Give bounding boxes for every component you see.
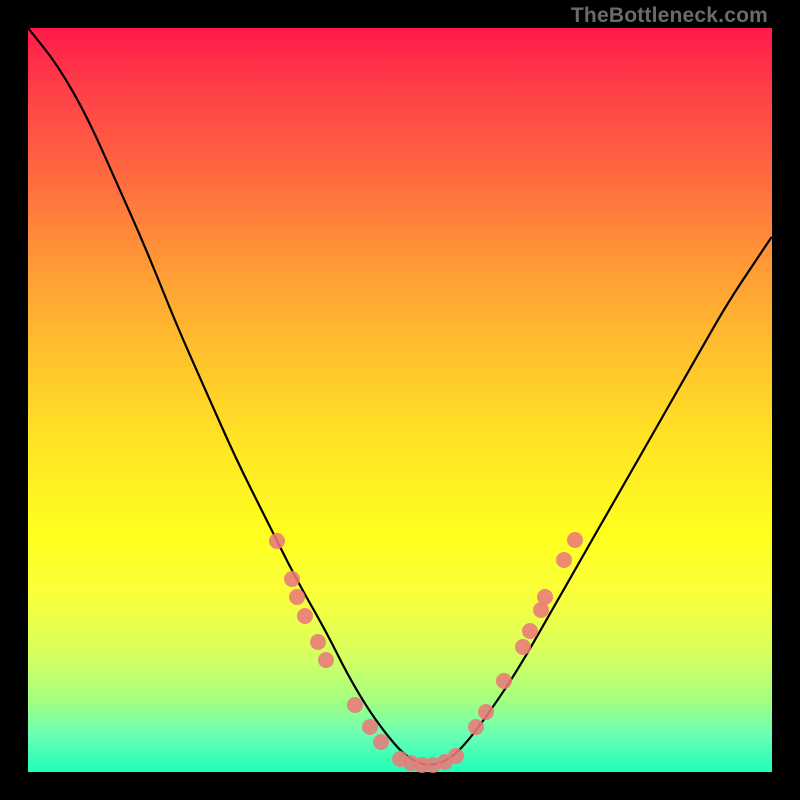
data-point (522, 623, 538, 639)
data-point (556, 552, 572, 568)
curve-svg (28, 28, 772, 772)
data-point (284, 571, 300, 587)
data-point (468, 719, 484, 735)
data-point (537, 589, 553, 605)
data-point (373, 734, 389, 750)
data-point (310, 634, 326, 650)
data-point (515, 639, 531, 655)
data-point (289, 589, 305, 605)
data-point (318, 652, 334, 668)
plot-area (28, 28, 772, 772)
data-point (362, 719, 378, 735)
data-point (269, 533, 285, 549)
data-point (478, 704, 494, 720)
bottleneck-curve-path (28, 28, 772, 765)
data-point (297, 608, 313, 624)
data-point (567, 532, 583, 548)
chart-frame (28, 28, 772, 772)
data-point (496, 673, 512, 689)
watermark-text: TheBottleneck.com (571, 4, 768, 28)
data-point (448, 748, 464, 764)
data-point (347, 697, 363, 713)
